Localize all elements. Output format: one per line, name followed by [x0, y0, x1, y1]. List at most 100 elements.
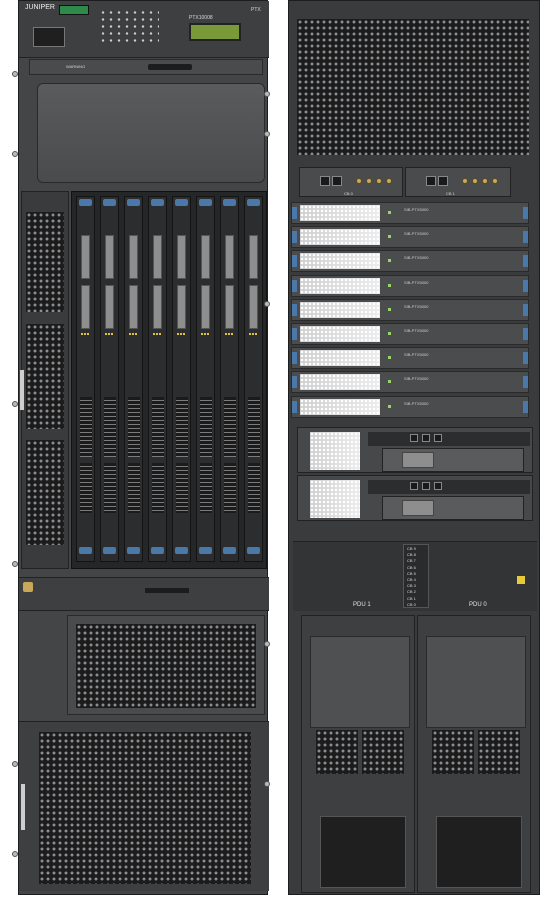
cxp-connector[interactable]	[249, 235, 258, 279]
ejector-latch[interactable]	[175, 199, 188, 206]
ejector-tab[interactable]	[523, 207, 528, 219]
handle[interactable]	[148, 64, 192, 70]
port-array[interactable]	[176, 463, 188, 513]
sib-module[interactable]: SIB-PTX5000	[291, 371, 529, 394]
cxp-connector[interactable]	[105, 285, 114, 329]
ejector-tab[interactable]	[292, 207, 297, 219]
ejector-tab[interactable]	[523, 279, 528, 292]
cxp-connector[interactable]	[105, 235, 114, 279]
ejector-latch[interactable]	[79, 547, 92, 554]
sib-module[interactable]: SIB-PTX5000	[291, 298, 529, 321]
cxp-connector[interactable]	[153, 285, 162, 329]
ejector-latch[interactable]	[223, 199, 236, 206]
ejector-tab[interactable]	[523, 400, 528, 413]
ejector-tab[interactable]	[523, 376, 528, 389]
port-array[interactable]	[128, 463, 140, 513]
coax-connector[interactable]	[472, 178, 478, 184]
ethernet-port[interactable]	[422, 482, 430, 490]
ejector-tab[interactable]	[523, 352, 528, 365]
coax-connector[interactable]	[356, 178, 362, 184]
cxp-connector[interactable]	[81, 235, 90, 279]
sib-module[interactable]: SIB-PTX5000	[291, 202, 529, 224]
ejector-tab[interactable]	[292, 352, 297, 365]
coax-connector[interactable]	[492, 178, 498, 184]
psu-handle[interactable]	[21, 784, 25, 830]
line-card[interactable]	[220, 196, 239, 562]
ejector-tab[interactable]	[292, 328, 297, 340]
cxp-connector[interactable]	[177, 235, 186, 279]
ejector-latch[interactable]	[247, 199, 260, 206]
cxp-connector[interactable]	[81, 285, 90, 329]
ethernet-port[interactable]	[434, 482, 442, 490]
ejector-latch[interactable]	[175, 547, 188, 554]
ethernet-port[interactable]	[426, 176, 436, 186]
ejector-latch[interactable]	[151, 547, 164, 554]
line-card[interactable]	[124, 196, 143, 562]
port-array[interactable]	[152, 463, 164, 513]
ejector-tab[interactable]	[292, 376, 297, 389]
line-card[interactable]	[244, 196, 263, 562]
ejector-latch[interactable]	[127, 547, 140, 554]
port-array[interactable]	[224, 397, 236, 457]
line-card[interactable]	[100, 196, 119, 562]
ethernet-port[interactable]	[438, 176, 448, 186]
ejector-latch[interactable]	[127, 199, 140, 206]
ejector-latch[interactable]	[103, 547, 116, 554]
ejector-tab[interactable]	[523, 328, 528, 340]
port-array[interactable]	[248, 397, 260, 457]
cxp-connector[interactable]	[201, 285, 210, 329]
cxp-connector[interactable]	[201, 235, 210, 279]
port-array[interactable]	[104, 397, 116, 457]
ejector-latch[interactable]	[151, 199, 164, 206]
port-array[interactable]	[104, 463, 116, 513]
handle[interactable]	[145, 588, 189, 593]
sib-module[interactable]: SIB-PTX5000	[291, 323, 529, 345]
port-array[interactable]	[248, 463, 260, 513]
cxp-connector[interactable]	[129, 285, 138, 329]
ejector-tab[interactable]	[292, 400, 297, 413]
port-array[interactable]	[128, 397, 140, 457]
line-card[interactable]	[76, 196, 95, 562]
port-array[interactable]	[152, 397, 164, 457]
ejector-latch[interactable]	[79, 199, 92, 206]
line-card[interactable]	[196, 196, 215, 562]
line-card[interactable]	[148, 196, 167, 562]
ejector-tab[interactable]	[292, 279, 297, 292]
power-switch[interactable]	[33, 27, 65, 47]
coax-connector[interactable]	[482, 178, 488, 184]
port-array[interactable]	[224, 463, 236, 513]
cxp-connector[interactable]	[225, 235, 234, 279]
ejector-tab[interactable]	[292, 303, 297, 316]
cxp-connector[interactable]	[225, 285, 234, 329]
ethernet-port[interactable]	[332, 176, 342, 186]
coax-connector[interactable]	[366, 178, 372, 184]
ejector-tab[interactable]	[523, 231, 528, 244]
ethernet-port[interactable]	[320, 176, 330, 186]
fan-tray-handle[interactable]	[20, 370, 24, 410]
cxp-connector[interactable]	[177, 285, 186, 329]
ejector-latch[interactable]	[247, 547, 260, 554]
ejector-latch[interactable]	[199, 547, 212, 554]
ejector-latch[interactable]	[223, 547, 236, 554]
coax-connector[interactable]	[376, 178, 382, 184]
sib-module[interactable]: SIB-PTX5000	[291, 274, 529, 297]
port-array[interactable]	[200, 397, 212, 457]
ejector-latch[interactable]	[103, 199, 116, 206]
sib-module[interactable]: SIB-PTX5000	[291, 250, 529, 273]
cxp-connector[interactable]	[129, 235, 138, 279]
port-array[interactable]	[80, 463, 92, 513]
esd-jack[interactable]	[23, 582, 33, 592]
coax-connector[interactable]	[386, 178, 392, 184]
cxp-connector[interactable]	[249, 285, 258, 329]
port-array[interactable]	[200, 463, 212, 513]
ejector-tab[interactable]	[523, 303, 528, 316]
port-array[interactable]	[176, 397, 188, 457]
ethernet-port[interactable]	[410, 482, 418, 490]
ethernet-port[interactable]	[434, 434, 442, 442]
ejector-tab[interactable]	[292, 255, 297, 268]
coax-connector[interactable]	[462, 178, 468, 184]
ejector-latch[interactable]	[199, 199, 212, 206]
port-array[interactable]	[80, 397, 92, 457]
cxp-connector[interactable]	[153, 235, 162, 279]
ejector-tab[interactable]	[292, 231, 297, 244]
